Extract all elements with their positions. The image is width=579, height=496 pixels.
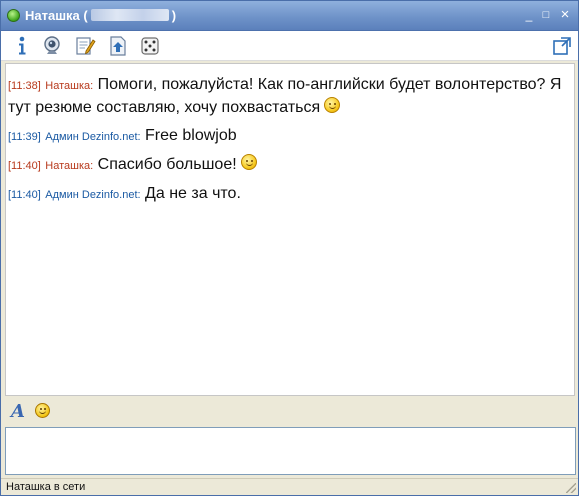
message-time: [11:40] <box>8 160 41 172</box>
message-time: [11:38] <box>8 80 41 92</box>
emoticon-picker-button[interactable] <box>35 403 50 418</box>
title-bar[interactable]: Наташка () _ □ × <box>1 1 578 31</box>
message-time: [11:39] <box>8 131 41 143</box>
message-text: Да не за что. <box>145 185 241 202</box>
notepad-icon[interactable] <box>74 35 96 57</box>
chat-message: [11:39] Админ Dezinfo.net: Free blowjob <box>8 125 568 148</box>
text-format-button[interactable]: A <box>11 401 25 422</box>
close-button[interactable]: × <box>558 7 572 22</box>
status-text: Наташка в сети <box>6 481 86 493</box>
resize-grip[interactable] <box>566 483 576 493</box>
message-text: Free blowjob <box>145 127 237 144</box>
webcam-icon[interactable] <box>41 35 63 57</box>
window-title: Наташка () <box>25 8 177 23</box>
contact-name: Наташка <box>25 8 80 23</box>
message-sender: Наташка: <box>45 80 94 92</box>
info-icon[interactable] <box>11 35 33 57</box>
smile-emoticon-icon <box>324 97 341 113</box>
message-sender: Админ Dezinfo.net: <box>45 131 141 143</box>
online-status-icon <box>7 9 20 22</box>
message-sender: Наташка: <box>45 160 94 172</box>
chat-message: [11:40] Наташка: Спасибо большое! <box>8 154 568 177</box>
minimize-button[interactable]: _ <box>522 8 536 22</box>
message-text: Спасибо большое! <box>97 156 237 173</box>
popout-icon[interactable] <box>551 35 573 57</box>
message-sender: Админ Dezinfo.net: <box>45 189 141 201</box>
chat-window: Наташка () _ □ × [11:38] Наташка: Помоги… <box>0 0 579 496</box>
message-input[interactable] <box>6 428 575 474</box>
tongue-emoticon-icon <box>240 154 257 170</box>
status-bar: Наташка в сети <box>1 478 578 495</box>
chat-message: [11:40] Админ Dezinfo.net: Да не за что. <box>8 183 568 206</box>
input-toolbar: A <box>1 398 578 424</box>
contact-toolbar <box>1 31 578 61</box>
redacted-contact-id <box>90 9 169 21</box>
message-time: [11:40] <box>8 189 41 201</box>
message-log[interactable]: [11:38] Наташка: Помоги, пожалуйста! Как… <box>5 63 575 396</box>
chat-message: [11:38] Наташка: Помоги, пожалуйста! Как… <box>8 74 568 119</box>
message-input-area <box>5 427 576 475</box>
send-file-icon[interactable] <box>107 35 129 57</box>
dice-icon[interactable] <box>139 35 161 57</box>
maximize-button[interactable]: □ <box>539 8 553 22</box>
